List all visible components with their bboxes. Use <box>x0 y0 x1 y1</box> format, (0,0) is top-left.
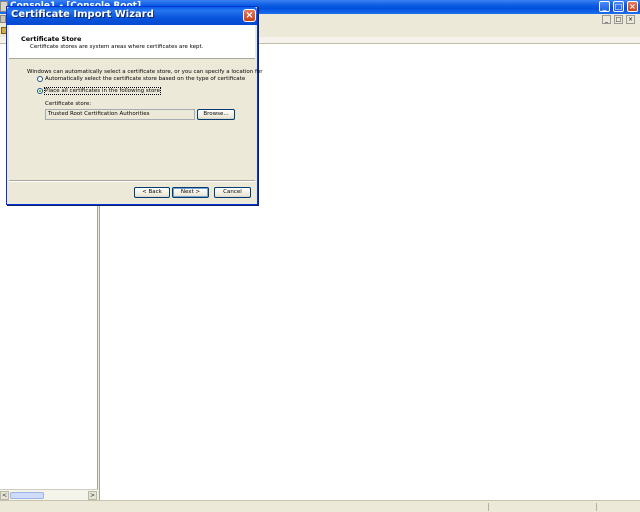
dialog-title: Certificate Import Wizard <box>11 9 154 20</box>
wizard-header: Certificate Store Certificate stores are… <box>9 25 255 59</box>
child-restore-button[interactable]: □ <box>614 15 623 24</box>
certificate-store-field: Trusted Root Certification Authorities <box>45 109 195 120</box>
back-button[interactable]: < Back <box>134 187 170 198</box>
place-in-store-option[interactable]: Place all certificates in the following … <box>37 87 161 95</box>
minimize-button[interactable]: _ <box>599 1 610 12</box>
wizard-step-subtitle: Certificate stores are system areas wher… <box>30 44 204 50</box>
next-button[interactable]: Next > <box>172 187 209 198</box>
maximize-button[interactable]: □ <box>613 1 624 12</box>
certificate-store-label: Certificate store: <box>45 101 92 107</box>
certificate-import-wizard-dialog: Certificate Import Wizard × Certificate … <box>6 6 263 205</box>
status-separator <box>596 503 597 511</box>
auto-select-label[interactable]: Automatically select the certificate sto… <box>45 76 245 82</box>
tree-horizontal-scrollbar[interactable]: < > <box>0 489 98 500</box>
status-separator <box>488 503 489 511</box>
auto-select-store-option[interactable]: Automatically select the certificate sto… <box>37 76 245 82</box>
place-in-store-radio[interactable] <box>37 88 43 94</box>
wizard-step-title: Certificate Store <box>21 35 82 43</box>
dialog-close-icon[interactable]: × <box>243 9 256 22</box>
store-selection-intro: Windows can automatically select a certi… <box>27 69 263 75</box>
auto-select-radio[interactable] <box>37 76 43 82</box>
status-bar <box>0 500 640 512</box>
close-button[interactable]: × <box>627 1 638 12</box>
scroll-right-icon[interactable]: > <box>88 491 97 500</box>
child-close-button[interactable]: × <box>626 15 635 24</box>
cancel-button[interactable]: Cancel <box>214 187 251 198</box>
child-minimize-button[interactable]: _ <box>602 15 611 24</box>
scroll-left-icon[interactable]: < <box>0 491 9 500</box>
dialog-separator <box>9 180 255 182</box>
place-in-store-label[interactable]: Place all certificates in the following … <box>44 87 161 95</box>
browse-button[interactable]: Browse... <box>197 109 235 120</box>
scroll-thumb[interactable] <box>10 492 44 499</box>
dialog-titlebar[interactable]: Certificate Import Wizard × <box>7 7 257 25</box>
